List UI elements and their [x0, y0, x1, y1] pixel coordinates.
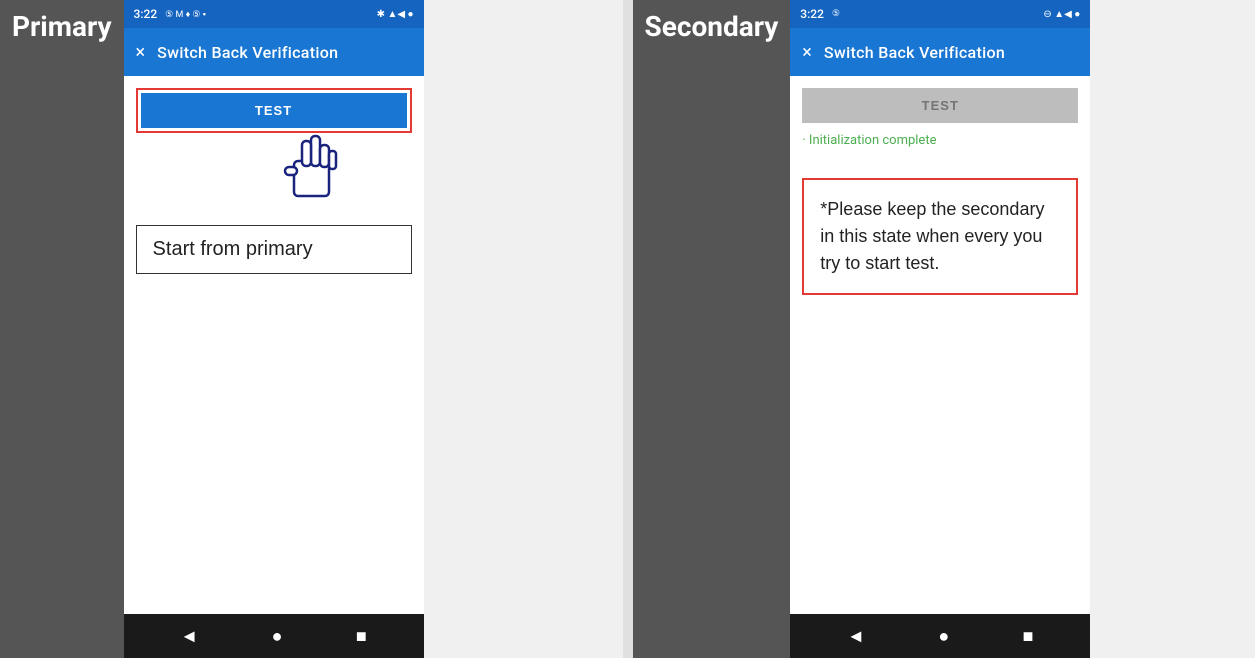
secondary-label: Secondary [645, 10, 779, 43]
secondary-app-title: Switch Back Verification [824, 43, 1005, 62]
primary-test-button-wrapper: TEST [136, 88, 412, 133]
back-button-left[interactable]: ◄ [180, 626, 198, 647]
recent-button-left[interactable]: ■ [356, 626, 367, 647]
primary-nav-bar: ◄ ● ■ [124, 614, 424, 658]
primary-status-left: 3:22 ⑤ M ♦ ⑤ ▪ [134, 7, 206, 21]
recent-button-right[interactable]: ■ [1023, 626, 1034, 647]
primary-test-button[interactable]: TEST [141, 93, 407, 128]
primary-status-bar: 3:22 ⑤ M ♦ ⑤ ▪ ✱ ▲◀ ● [124, 0, 424, 28]
secondary-status-icon-bell: ⑤ [832, 9, 840, 19]
secondary-phone-screen: 3:22 ⑤ ⊖ ▲◀ ● × Switch Back Verification… [790, 0, 1090, 658]
primary-info-box: Start from primary [136, 225, 412, 274]
primary-app-title: Switch Back Verification [157, 43, 338, 62]
home-button-left[interactable]: ● [272, 626, 283, 647]
secondary-status-left: 3:22 ⑤ [800, 7, 840, 21]
home-button-right[interactable]: ● [938, 626, 949, 647]
hand-cursor-icon [279, 131, 344, 206]
secondary-app-bar: × Switch Back Verification [790, 28, 1090, 76]
primary-phone-content: TEST Start from primary [124, 76, 424, 614]
back-button-right[interactable]: ◄ [847, 626, 865, 647]
primary-label-section: Primary [0, 0, 124, 658]
secondary-status-bar: 3:22 ⑤ ⊖ ▲◀ ● [790, 0, 1090, 28]
primary-status-icons-right: ✱ ▲◀ ● [377, 9, 414, 20]
primary-phone-screen: 3:22 ⑤ M ♦ ⑤ ▪ ✱ ▲◀ ● × Switch Back Veri… [124, 0, 424, 658]
secondary-time: 3:22 [800, 7, 824, 21]
init-complete-text: · Initialization complete [802, 133, 1078, 148]
primary-app-bar: × Switch Back Verification [124, 28, 424, 76]
secondary-info-box: *Please keep the secondary in this state… [802, 178, 1078, 295]
secondary-test-button: TEST [802, 88, 1078, 123]
left-panel: Primary 3:22 ⑤ M ♦ ⑤ ▪ ✱ ▲◀ ● × Switch B… [0, 0, 623, 658]
primary-time: 3:22 [134, 7, 158, 21]
secondary-nav-bar: ◄ ● ■ [790, 614, 1090, 658]
primary-label: Primary [12, 10, 112, 43]
secondary-phone-content: TEST · Initialization complete *Please k… [790, 76, 1090, 614]
secondary-status-icons-right: ⊖ ▲◀ ● [1043, 9, 1080, 20]
secondary-close-button[interactable]: × [802, 42, 812, 63]
secondary-info-text: *Please keep the secondary in this state… [820, 199, 1044, 273]
primary-info-text: Start from primary [153, 238, 313, 260]
secondary-label-section: Secondary [633, 0, 791, 658]
panel-divider [623, 0, 633, 658]
primary-close-button[interactable]: × [136, 42, 146, 63]
right-panel: Secondary 3:22 ⑤ ⊖ ▲◀ ● × Switch Back Ve… [633, 0, 1255, 658]
primary-status-icons-left: ⑤ M ♦ ⑤ ▪ [165, 9, 206, 20]
